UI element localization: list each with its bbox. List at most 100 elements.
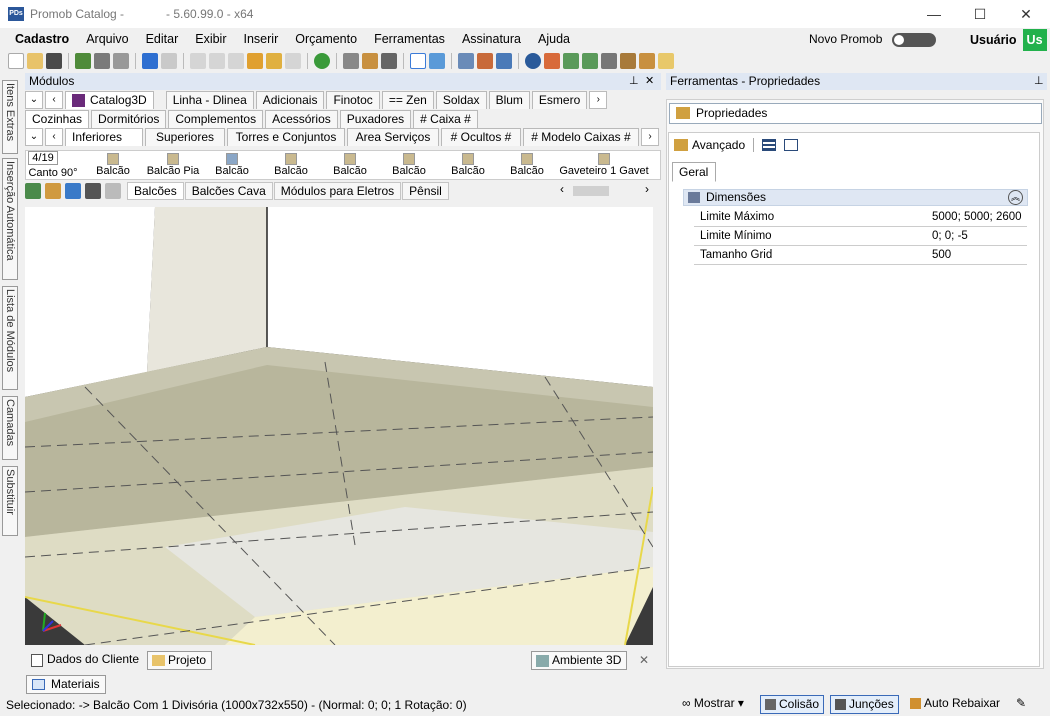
menu-inserir[interactable]: Inserir [244, 32, 279, 46]
tab-superiores[interactable]: Superiores [145, 128, 225, 146]
print-icon[interactable] [113, 53, 129, 69]
menu-cadastro[interactable]: Cadastro [15, 32, 69, 46]
tab-adicionais[interactable]: Adicionais [255, 91, 325, 109]
paste-icon[interactable] [228, 53, 244, 69]
tools-icon[interactable]: ✎ [1012, 695, 1030, 714]
materiais-tab[interactable]: Materiais [26, 675, 106, 694]
arrow-left-icon[interactable] [563, 53, 579, 69]
cut-icon[interactable] [190, 53, 206, 69]
tab-caixa[interactable]: # Caixa # [413, 110, 478, 128]
catalog-icon[interactable] [75, 53, 91, 69]
chevron-left-icon[interactable]: ‹ [45, 91, 63, 109]
redo-icon[interactable] [161, 53, 177, 69]
layout-icon[interactable] [343, 53, 359, 69]
chevron-left-icon[interactable]: ‹ [45, 128, 63, 146]
3d-viewport[interactable] [25, 207, 653, 645]
tab-inferiores[interactable]: Inferiores [65, 128, 143, 146]
menu-editar[interactable]: Editar [146, 32, 179, 46]
tab-soldax[interactable]: Soldax [435, 91, 487, 109]
thumb-canto-90[interactable]: Canto 90° [28, 167, 78, 179]
view-box-icon[interactable] [601, 53, 617, 69]
menu-ajuda[interactable]: Ajuda [538, 32, 570, 46]
paint-icon[interactable] [266, 53, 282, 69]
paint-bucket-icon[interactable] [544, 53, 560, 69]
insert-module-icon[interactable] [25, 182, 41, 199]
novo-promob-toggle[interactable] [891, 32, 936, 47]
tab-dados-do-cliente[interactable]: Dados do Cliente [27, 651, 144, 670]
property-value[interactable]: 500 [932, 246, 951, 264]
arrow-right-icon[interactable] [582, 53, 598, 69]
menu-exibir[interactable]: Exibir [195, 32, 226, 46]
chevron-down-icon[interactable]: ⌄ [25, 91, 43, 109]
close-tab-icon[interactable]: ✕ [639, 653, 649, 667]
hammer-icon[interactable] [247, 53, 263, 69]
close-panel-icon[interactable]: ✕ [645, 73, 654, 90]
auto-rebaixar-button[interactable]: Auto Rebaixar [906, 695, 1004, 714]
save-icon[interactable] [46, 53, 62, 69]
tab-blum[interactable]: Blum [488, 91, 530, 109]
tab-catalog3d[interactable]: Catalog3D [65, 91, 154, 109]
layers-icon[interactable] [458, 53, 474, 69]
user-avatar[interactable]: Us [1022, 29, 1047, 51]
copy-icon[interactable] [209, 53, 225, 69]
usuario-label[interactable]: Usuário [970, 33, 1017, 47]
menu-arquivo[interactable]: Arquivo [86, 32, 128, 46]
tab-ocultos[interactable]: # Ocultos # [441, 128, 521, 146]
catalog2-icon[interactable] [94, 53, 110, 69]
colisao-button[interactable]: Colisão [760, 695, 825, 714]
avancado-label[interactable]: Avançado [692, 138, 745, 152]
subtab-balcoes[interactable]: Balcões [127, 181, 184, 200]
thumb-balcao[interactable]: Balcão [386, 151, 432, 177]
tab-complementos[interactable]: Complementos [168, 110, 264, 128]
property-value[interactable]: 0; 0; -5 [932, 227, 968, 245]
open-folder-icon[interactable] [27, 53, 43, 69]
side-tab-lista-de-modulos[interactable]: Lista de Módulos [2, 286, 18, 390]
collapse-icon[interactable]: ︽ [1008, 190, 1023, 205]
thumb-balcao[interactable]: Balcão [90, 151, 136, 177]
new-file-icon[interactable] [8, 53, 24, 69]
maximize-button[interactable]: ☐ [957, 0, 1003, 28]
property-row[interactable]: Limite Mínimo 0; 0; -5 [694, 227, 1027, 246]
alphabetical-view-icon[interactable] [784, 139, 799, 151]
horizontal-scrollbar[interactable] [573, 186, 609, 196]
subtab-modulos-eletros[interactable]: Módulos para Eletros [273, 181, 402, 200]
menu-ferramentas[interactable]: Ferramentas [374, 32, 445, 46]
binoculars-icon[interactable] [85, 182, 101, 199]
tab-puxadores[interactable]: Puxadores [339, 110, 412, 128]
box-icon[interactable] [620, 53, 636, 69]
mostrar-button[interactable]: ∞ Mostrar ▾ [678, 695, 748, 714]
shape-icon[interactable] [381, 53, 397, 69]
subtab-balcoes-cava[interactable]: Balcões Cava [184, 181, 273, 200]
pin-icon[interactable]: ⊥ [629, 73, 639, 90]
chevron-right-icon[interactable]: › [589, 91, 608, 109]
ruler-icon[interactable] [45, 182, 61, 199]
thumb-balcao[interactable]: Balcão [209, 151, 255, 177]
side-tab-insercao-automatica[interactable]: Inserção Automática [2, 158, 18, 280]
lock-icon[interactable] [105, 182, 121, 199]
view-3d-icon[interactable] [496, 53, 512, 69]
chevron-right-icon[interactable]: › [641, 128, 659, 146]
thumb-gaveteiro[interactable]: Gaveteiro 1 Gavet [556, 151, 652, 177]
tab-zen[interactable]: == Zen [381, 91, 434, 109]
import-icon[interactable] [65, 182, 81, 199]
minimize-button[interactable]: — [911, 0, 957, 28]
group-dimensoes[interactable]: Dimensões ︽ [683, 189, 1028, 206]
subtab-pensil[interactable]: Pênsil [402, 181, 449, 200]
thumb-balcao[interactable]: Balcão [268, 151, 314, 177]
delete-icon[interactable] [285, 53, 301, 69]
tab-area-servicos[interactable]: Area Serviços [347, 128, 439, 146]
bowl-icon[interactable] [639, 53, 655, 69]
group-icon[interactable] [362, 53, 378, 69]
globe-icon[interactable] [314, 53, 330, 69]
tab-geral[interactable]: Geral [672, 162, 716, 182]
property-row[interactable]: Limite Máximo 5000; 5000; 2600 [694, 208, 1027, 227]
scroll-right-icon[interactable]: › [645, 182, 649, 196]
property-row[interactable]: Tamanho Grid 500 [694, 246, 1027, 265]
side-tab-itens-extras[interactable]: Itens Extras [2, 80, 18, 154]
lamp-icon[interactable] [658, 53, 674, 69]
tab-torres-conjuntos[interactable]: Torres e Conjuntos [227, 128, 345, 146]
tab-dormitorios[interactable]: Dormitórios [91, 110, 167, 128]
tab-cozinhas[interactable]: Cozinhas [25, 110, 90, 128]
categorized-view-icon[interactable] [762, 139, 777, 151]
tab-finotoc[interactable]: Finotoc [326, 91, 380, 109]
